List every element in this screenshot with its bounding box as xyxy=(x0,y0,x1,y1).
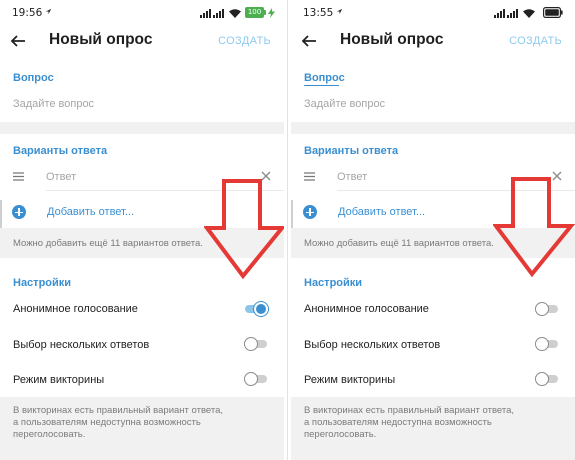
back-arrow-icon[interactable] xyxy=(10,33,26,49)
app-bar: Новый опрос СОЗДАТЬ xyxy=(291,26,575,56)
answers-hint: Можно добавить ещё 11 вариантов ответа. xyxy=(13,238,203,249)
signal-icon xyxy=(213,9,224,18)
create-button[interactable]: СОЗДАТЬ xyxy=(509,35,562,47)
battery-icon xyxy=(543,7,563,18)
screen-left: 19:56 100 Новый опрос СОЗДАТЬ Вопрос Зад… xyxy=(0,0,284,460)
charging-icon xyxy=(268,8,275,18)
quiz-hint-line3: переголосовать. xyxy=(304,429,377,440)
location-icon xyxy=(336,8,343,15)
status-bar: 19:56 100 xyxy=(0,0,284,26)
setting-anonymous-label: Анонимное голосование xyxy=(13,303,138,315)
add-answer-button[interactable]: Добавить ответ... xyxy=(338,206,425,218)
answer-input[interactable]: Ответ xyxy=(337,171,367,183)
back-arrow-icon[interactable] xyxy=(301,33,317,49)
status-time: 13:55 xyxy=(303,7,334,19)
setting-multiple-label: Выбор нескольких ответов xyxy=(304,339,441,351)
answers-hint: Можно добавить ещё 11 вариантов ответа. xyxy=(304,238,494,249)
drag-handle-icon[interactable] xyxy=(13,172,24,181)
section-gap xyxy=(291,122,575,134)
location-icon xyxy=(45,8,52,15)
down-arrow-annotation xyxy=(204,179,284,280)
quiz-hint-line1: В викторинах есть правильный вариант отв… xyxy=(13,405,224,416)
question-input[interactable]: Задайте вопрос xyxy=(13,98,94,110)
page-title: Новый опрос xyxy=(340,31,444,48)
question-section-label: Вопрос xyxy=(13,72,54,84)
battery-icon: 100 xyxy=(245,7,266,18)
add-circle-icon[interactable] xyxy=(303,205,317,219)
wifi-icon xyxy=(523,9,535,18)
quiz-hint-line1: В викторинах есть правильный вариант отв… xyxy=(304,405,515,416)
quiz-hint-line3: переголосовать. xyxy=(13,429,86,440)
multiple-answers-toggle[interactable] xyxy=(535,337,559,351)
anonymous-toggle[interactable] xyxy=(535,302,559,316)
screen-right: 13:55 Новый опрос СОЗДАТЬ Вопрос Задайте… xyxy=(291,0,575,460)
down-arrow-annotation xyxy=(493,177,575,278)
signal-group xyxy=(200,8,241,18)
question-focus-underline xyxy=(304,85,339,86)
section-gap xyxy=(0,122,284,134)
status-time: 19:56 xyxy=(12,7,43,19)
page-title: Новый опрос xyxy=(49,31,153,48)
answer-input[interactable]: Ответ xyxy=(46,171,76,183)
setting-anonymous-label: Анонимное голосование xyxy=(304,303,429,315)
signal-group xyxy=(494,8,535,18)
settings-section-label: Настройки xyxy=(13,277,72,289)
anonymous-toggle[interactable] xyxy=(244,302,268,316)
setting-quiz-label: Режим викторины xyxy=(304,374,396,386)
setting-quiz-label: Режим викторины xyxy=(13,374,105,386)
drag-handle-icon[interactable] xyxy=(304,172,315,181)
signal-icon xyxy=(494,9,505,18)
panel-divider xyxy=(284,0,291,460)
quiz-mode-toggle[interactable] xyxy=(244,372,268,386)
app-bar: Новый опрос СОЗДАТЬ xyxy=(0,26,284,56)
wifi-icon xyxy=(229,9,241,18)
answers-section-label: Варианты ответа xyxy=(13,145,108,157)
signal-icon xyxy=(200,9,211,18)
quiz-hint-line2: а пользователям недоступна возможность xyxy=(13,417,201,428)
settings-section-label: Настройки xyxy=(304,277,363,289)
multiple-answers-toggle[interactable] xyxy=(244,337,268,351)
status-bar: 13:55 xyxy=(291,0,575,26)
add-circle-icon[interactable] xyxy=(12,205,26,219)
question-input[interactable]: Задайте вопрос xyxy=(304,98,385,110)
setting-multiple-label: Выбор нескольких ответов xyxy=(13,339,150,351)
signal-icon xyxy=(507,9,518,18)
quiz-hint-line2: а пользователям недоступна возможность xyxy=(304,417,492,428)
quiz-mode-toggle[interactable] xyxy=(535,372,559,386)
answers-section-label: Варианты ответа xyxy=(304,145,399,157)
create-button[interactable]: СОЗДАТЬ xyxy=(218,35,271,47)
question-section-label: Вопрос xyxy=(304,72,345,84)
add-answer-button[interactable]: Добавить ответ... xyxy=(47,206,134,218)
